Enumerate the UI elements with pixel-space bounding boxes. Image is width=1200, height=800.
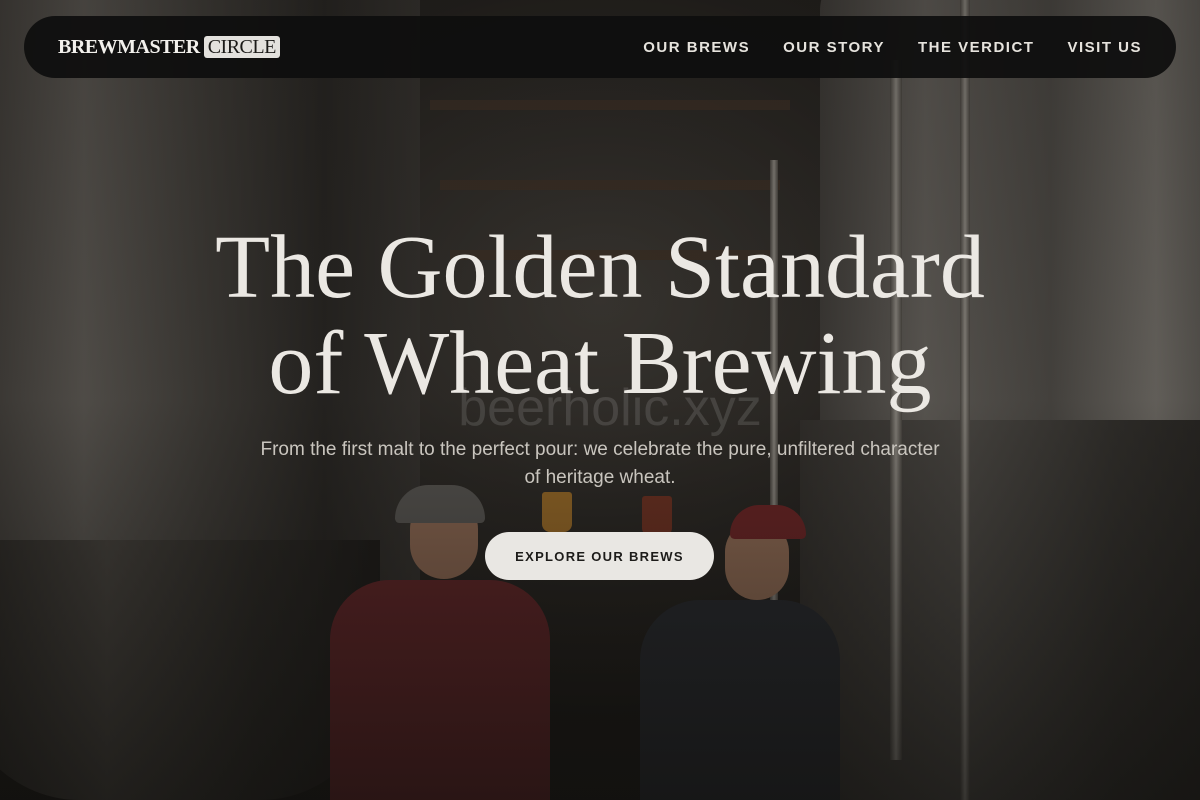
nav-link-the-verdict[interactable]: THE VERDICT	[918, 39, 1035, 56]
nav-link-our-brews[interactable]: OUR BREWS	[643, 39, 750, 56]
explore-brews-button[interactable]: EXPLORE OUR BREWS	[485, 532, 714, 580]
hero-headline: The Golden Standard of Wheat Brewing	[100, 220, 1100, 412]
brand-logo[interactable]: BREWMASTER CIRCLE	[58, 36, 280, 59]
nav-links: OUR BREWS OUR STORY THE VERDICT VISIT US	[643, 39, 1142, 56]
brand-name: BREWMASTER	[58, 35, 200, 58]
top-navbar: BREWMASTER CIRCLE OUR BREWS OUR STORY TH…	[24, 16, 1176, 78]
hero-subtitle: From the first malt to the perfect pour:…	[260, 439, 940, 488]
nav-link-visit-us[interactable]: VISIT US	[1067, 39, 1142, 56]
hero-headline-line-1: The Golden Standard	[215, 218, 985, 317]
hero-headline-line-2: of Wheat Brewing	[268, 314, 932, 413]
nav-link-our-story[interactable]: OUR STORY	[783, 39, 885, 56]
brand-badge: CIRCLE	[203, 36, 280, 58]
